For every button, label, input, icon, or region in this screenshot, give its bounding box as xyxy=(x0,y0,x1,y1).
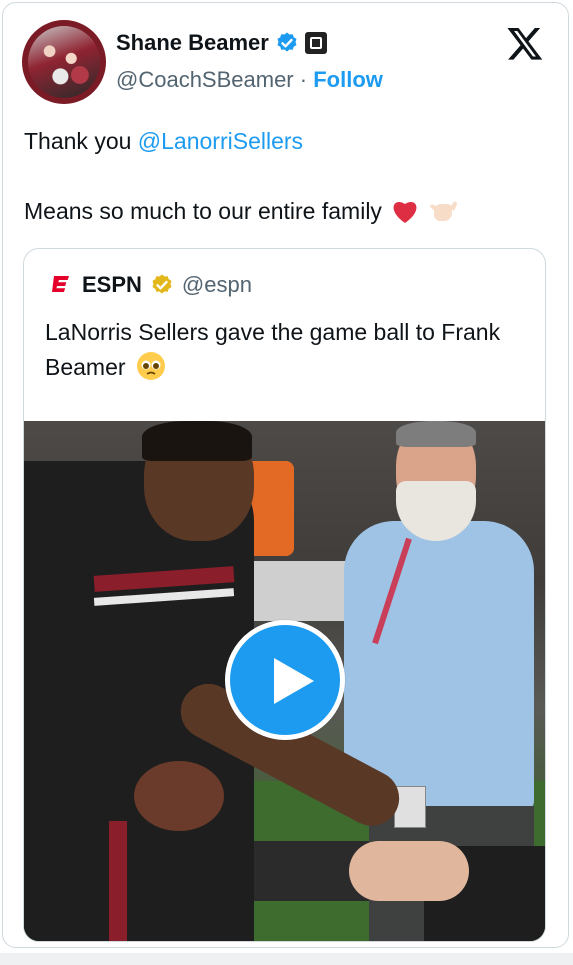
call-me-hand-emoji xyxy=(429,201,457,221)
quoted-author-name[interactable]: ESPN xyxy=(82,271,142,299)
follow-button[interactable]: Follow xyxy=(313,67,383,92)
handle-row: @CoachSBeamer · Follow xyxy=(116,66,383,94)
quoted-header: ESPN @espn xyxy=(48,271,252,299)
pleading-face-emoji xyxy=(136,352,165,380)
heart-emoji xyxy=(393,202,417,223)
x-logo-icon[interactable] xyxy=(505,24,545,62)
tweet-text-line1: Thank you @LanorriSellers xyxy=(24,126,544,156)
author-display-name[interactable]: Shane Beamer xyxy=(116,29,269,57)
play-icon xyxy=(274,658,314,704)
separator-dot: · xyxy=(299,67,308,92)
quoted-text: LaNorris Sellers gave the game ball to F… xyxy=(45,315,515,385)
team-logo-icon xyxy=(304,32,327,54)
mention-link[interactable]: @LanorriSellers xyxy=(138,128,303,154)
author-name-row[interactable]: Shane Beamer xyxy=(116,29,327,57)
quoted-author-handle[interactable]: @espn xyxy=(182,271,252,299)
tweet-text-line2-label: Means so much to our entire family xyxy=(24,198,382,224)
gold-check-badge-icon xyxy=(152,274,172,294)
video-thumbnail[interactable] xyxy=(24,421,545,941)
tweet-text-line2: Means so much to our entire family xyxy=(24,196,458,226)
espn-logo-icon xyxy=(52,276,69,292)
quoted-tweet[interactable]: ESPN @espn LaNorris Sellers gave the gam… xyxy=(23,248,546,942)
play-button[interactable] xyxy=(225,620,345,740)
quoted-text-body: LaNorris Sellers gave the game ball to F… xyxy=(45,319,501,380)
bottom-divider xyxy=(0,953,573,965)
avatar[interactable] xyxy=(22,20,106,104)
verified-badge-icon xyxy=(277,32,297,52)
author-handle[interactable]: @CoachSBeamer xyxy=(116,67,294,92)
tweet-text-prefix: Thank you xyxy=(24,128,138,154)
